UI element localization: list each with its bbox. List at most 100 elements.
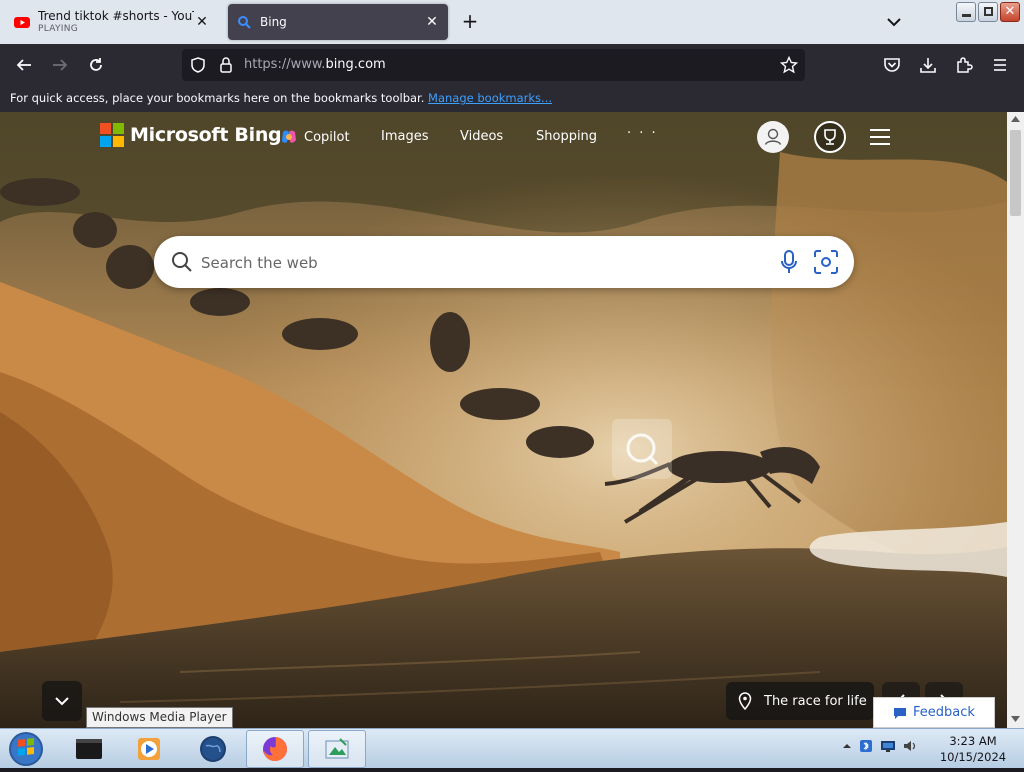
shield-icon[interactable] [190, 57, 206, 73]
nav-copilot[interactable]: Copilot [280, 128, 350, 146]
hamburger-menu-icon [994, 59, 1006, 71]
url-domain: bing.com [325, 57, 386, 72]
search-icon [172, 252, 192, 272]
tab-playing-label: PLAYING [38, 24, 79, 34]
scroll-down-arrow-icon[interactable] [1011, 716, 1020, 722]
bing-logo[interactable]: Microsoft Bing [100, 123, 282, 147]
media-player-icon [138, 738, 160, 760]
firefox-icon [263, 737, 287, 761]
reload-icon [90, 58, 102, 71]
app-menu-button[interactable] [988, 53, 1012, 77]
window-controls: ✕ [956, 2, 1020, 22]
url-text[interactable]: https://www.bing.com [244, 57, 386, 72]
tab-youtube[interactable]: Trend tiktok #shorts - YouTube PLAYING ✕ [6, 4, 218, 40]
new-tab-button[interactable]: + [458, 10, 482, 34]
volume-tray-icon[interactable] [902, 738, 920, 754]
bing-header: Microsoft Bing Copilot Images Videos Sho… [0, 112, 1007, 162]
taskbar: 3:23 AM 10/15/2024 [0, 728, 1024, 768]
bing-wordmark: Microsoft Bing [130, 124, 282, 146]
bookmark-star-icon[interactable] [780, 56, 798, 74]
nav-images[interactable]: Images [381, 129, 429, 144]
sign-in-button[interactable] [757, 121, 789, 153]
search-input-placeholder[interactable]: Search the web [201, 254, 318, 272]
taskbar-tooltip: Windows Media Player [86, 707, 233, 728]
scrollbar-thumb[interactable] [1010, 130, 1021, 216]
windows-start-orb-icon [9, 732, 43, 766]
puzzle-icon [957, 57, 973, 73]
manage-bookmarks-link[interactable]: Manage bookmarks... [428, 91, 552, 105]
minimize-button[interactable] [956, 2, 976, 22]
nav-videos[interactable]: Videos [460, 129, 503, 144]
show-hidden-icons-icon[interactable] [842, 741, 852, 751]
microphone-icon[interactable] [778, 249, 800, 275]
taskbar-app-image-viewer[interactable] [308, 730, 366, 768]
tab-strip: Trend tiktok #shorts - YouTube PLAYING ✕… [0, 0, 1024, 44]
nav-shopping[interactable]: Shopping [536, 129, 597, 144]
start-button[interactable] [6, 730, 46, 768]
tab-title: Trend tiktok #shorts - YouTube [38, 9, 194, 23]
back-arrow-icon [16, 59, 31, 71]
taskbar-clock[interactable]: 3:23 AM 10/15/2024 [938, 733, 1008, 765]
bluetooth-tray-icon[interactable] [858, 738, 874, 754]
image-caption-text: The race for life [764, 693, 867, 709]
back-button[interactable] [12, 53, 36, 77]
system-tray [842, 738, 920, 754]
navigation-toolbar: https://www.bing.com [0, 44, 1024, 86]
address-bar[interactable]: https://www.bing.com [182, 49, 805, 81]
feedback-label: Feedback [913, 705, 975, 720]
search-favicon-icon [238, 16, 251, 29]
close-window-button[interactable]: ✕ [1000, 2, 1020, 22]
taskbar-app-windows-media-player[interactable] [120, 730, 178, 768]
taskbar-app-firefox[interactable] [246, 730, 304, 768]
user-avatar-icon [764, 128, 782, 145]
chevron-down-icon [55, 697, 69, 706]
download-icon [920, 58, 936, 73]
microsoft-logo-icon [100, 123, 124, 147]
settings-menu-icon[interactable] [868, 127, 892, 147]
scroll-down-button[interactable] [42, 681, 82, 721]
clock-time: 3:23 AM [949, 734, 997, 748]
youtube-icon [14, 17, 30, 28]
trophy-icon [824, 129, 836, 145]
bookmarks-toolbar: For quick access, place your bookmarks h… [0, 86, 1024, 112]
tab-bing[interactable]: Bing ✕ [228, 4, 448, 40]
image-visual-search-button[interactable] [612, 419, 672, 479]
taskbar-app-terminal[interactable] [60, 730, 118, 768]
reload-button[interactable] [84, 53, 108, 77]
search-box[interactable]: Search the web [154, 236, 854, 288]
pocket-icon [884, 58, 900, 72]
visual-search-icon[interactable] [813, 249, 839, 275]
taskbar-app-globe[interactable] [184, 730, 242, 768]
rewards-button[interactable] [814, 121, 846, 153]
close-tab-icon[interactable]: ✕ [194, 14, 210, 30]
close-tab-icon[interactable]: ✕ [424, 14, 440, 30]
feedback-button[interactable]: Feedback [873, 697, 995, 728]
globe-icon [200, 736, 226, 762]
search-icon [626, 433, 659, 466]
copilot-icon [282, 130, 296, 143]
network-tray-icon[interactable] [880, 738, 896, 754]
scroll-up-arrow-icon[interactable] [1011, 116, 1020, 122]
forward-button[interactable] [48, 53, 72, 77]
url-prefix: https://www. [244, 57, 326, 72]
page-scrollbar[interactable] [1007, 112, 1024, 728]
list-all-tabs-icon[interactable] [882, 10, 906, 34]
nav-more-button[interactable]: · · · [627, 126, 658, 141]
restore-button[interactable] [978, 2, 998, 22]
location-pin-icon [738, 692, 752, 710]
forward-arrow-icon [53, 59, 68, 71]
bing-homepage: Microsoft Bing Copilot Images Videos Sho… [0, 112, 1007, 728]
nav-copilot-label: Copilot [304, 129, 350, 145]
tab-title: Bing [260, 15, 287, 29]
feedback-chat-icon [894, 707, 907, 719]
background-image [0, 112, 1007, 728]
downloads-button[interactable] [916, 53, 940, 77]
pocket-button[interactable] [880, 53, 904, 77]
clock-date: 10/15/2024 [939, 750, 1007, 764]
lock-icon[interactable] [218, 56, 234, 74]
image-app-icon [325, 738, 349, 759]
bookmarks-hint-text: For quick access, place your bookmarks h… [10, 91, 425, 105]
terminal-window-icon [76, 739, 102, 759]
extensions-button[interactable] [952, 53, 976, 77]
image-caption-button[interactable]: The race for life [726, 682, 874, 720]
